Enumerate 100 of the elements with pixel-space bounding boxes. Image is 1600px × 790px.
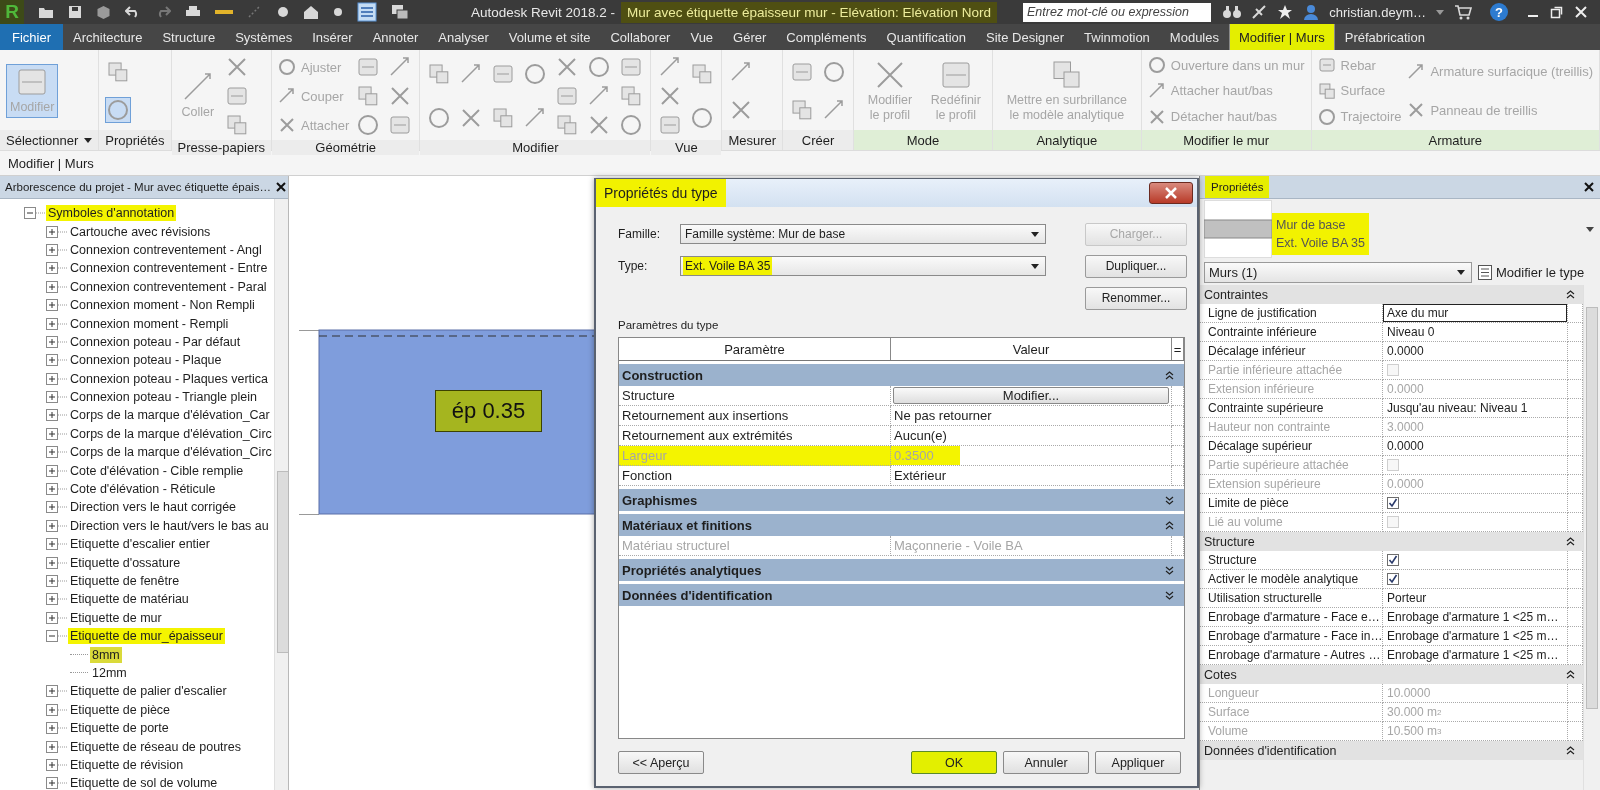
expand-icon[interactable] xyxy=(46,556,68,569)
tree-item[interactable]: Cartouche avec révisions xyxy=(68,223,213,240)
expand-icon[interactable] xyxy=(46,427,68,440)
group-header[interactable]: Construction xyxy=(619,364,1184,386)
cube-icon[interactable] xyxy=(96,4,111,20)
expand-icon[interactable] xyxy=(46,409,68,422)
expand-icon[interactable] xyxy=(46,280,68,293)
ribbon-tab[interactable]: Volume et site xyxy=(498,24,601,50)
checkbox[interactable] xyxy=(1387,554,1399,566)
tree-item[interactable]: Etiquette de sol de volume xyxy=(68,775,220,790)
caret-icon[interactable] xyxy=(1031,263,1039,269)
ribbon-tab[interactable]: Annoter xyxy=(362,24,429,50)
expand-icon[interactable] xyxy=(46,685,68,698)
tree-item[interactable]: 12mm xyxy=(90,664,129,681)
group-header[interactable]: Contraintes xyxy=(1200,285,1583,304)
group-header[interactable]: Graphismes xyxy=(619,489,1184,511)
tree-item[interactable]: Etiquette de mur_épaisseur xyxy=(68,628,225,645)
collapse-icon[interactable] xyxy=(1566,290,1575,299)
expand-icon[interactable] xyxy=(46,777,68,790)
dialog-button[interactable]: Appliquer xyxy=(1095,751,1181,774)
property-value[interactable]: Axe du mur xyxy=(1383,304,1568,323)
ribbon-tab[interactable]: Systèmes xyxy=(225,24,303,50)
dialog-button[interactable]: Renommer... xyxy=(1085,286,1187,310)
collapse-icon[interactable] xyxy=(1165,370,1174,380)
group-header[interactable]: Cotes xyxy=(1200,665,1583,684)
expand-icon[interactable] xyxy=(46,317,68,330)
caret-icon[interactable] xyxy=(1031,231,1039,237)
scrollbar[interactable] xyxy=(1583,285,1600,790)
dropdown[interactable]: Murs (1) xyxy=(1204,261,1472,283)
caret-icon[interactable] xyxy=(1457,269,1465,275)
expand-icon[interactable] xyxy=(46,722,68,735)
tree-item[interactable]: Etiquette de mur xyxy=(68,609,164,626)
expand-icon[interactable] xyxy=(46,464,68,477)
folder-icon[interactable] xyxy=(38,5,54,19)
expand-icon[interactable] xyxy=(46,446,68,459)
ribbon-tab[interactable]: Twinmotion xyxy=(1074,24,1160,50)
expand-icon[interactable] xyxy=(46,593,68,606)
panel-label[interactable]: Mode xyxy=(906,132,940,148)
help-button[interactable]: ? xyxy=(1490,3,1508,21)
tree-item[interactable]: Connexion moment - Rempli xyxy=(68,315,231,332)
tree-item[interactable]: Connexion contreventement - Paral xyxy=(68,278,269,295)
tree-item[interactable]: Etiquette de fenêtre xyxy=(68,573,182,589)
panel-label[interactable]: Sélectionner xyxy=(6,132,79,148)
panel-label[interactable]: Propriétés xyxy=(105,132,165,148)
tree-item[interactable]: Etiquette de palier d'escalier xyxy=(68,683,229,700)
panel-label[interactable]: Vue xyxy=(675,140,698,155)
close-button[interactable] xyxy=(1149,182,1193,204)
dialog-button[interactable]: Annuler xyxy=(1003,751,1089,774)
expand-icon[interactable] xyxy=(46,335,68,348)
expand-icon[interactable] xyxy=(46,372,68,385)
tree-item[interactable]: Cote d'élévation - Cible remplie xyxy=(68,462,246,479)
close-icon[interactable] xyxy=(1583,181,1595,193)
tree-item[interactable]: Direction vers le haut corrigée xyxy=(68,499,239,516)
panel-label[interactable]: Mesurer xyxy=(728,132,777,148)
tree-item[interactable]: Etiquette de réseau de poutres xyxy=(68,738,243,755)
dialog-button[interactable]: Dupliquer... xyxy=(1085,254,1187,278)
wall-tag[interactable]: ép 0.35 xyxy=(435,390,542,432)
house-icon[interactable] xyxy=(303,4,319,20)
parameter-value[interactable]: Extérieur xyxy=(891,466,973,485)
tree-item[interactable]: Corps de la marque d'élévation_Circ xyxy=(68,425,274,442)
dialog-button[interactable]: OK xyxy=(911,751,997,774)
tree-item[interactable]: Etiquette d'ossature xyxy=(68,554,183,571)
ribbon-tab[interactable]: Analyser xyxy=(428,24,499,50)
panel-label[interactable]: Armature xyxy=(1428,132,1482,148)
search-field[interactable]: Entrez mot-clé ou expression xyxy=(1023,2,1212,22)
expand-icon[interactable] xyxy=(46,740,68,753)
tree-item[interactable]: Etiquette d'escalier entier xyxy=(68,536,212,553)
expand-icon[interactable] xyxy=(46,243,68,256)
panel-label[interactable]: Analytique xyxy=(1036,132,1098,148)
dimension-icon[interactable] xyxy=(247,5,261,19)
tree-item[interactable]: Connexion poteau - Par défaut xyxy=(68,333,243,350)
group-header[interactable]: Données d'identification xyxy=(619,584,1184,606)
ribbon-tab[interactable]: Insérer xyxy=(302,24,363,50)
collapse-icon[interactable] xyxy=(1566,537,1575,546)
column-header[interactable]: Paramètre xyxy=(619,338,891,360)
list-icon[interactable] xyxy=(357,2,377,22)
tree-item[interactable]: Etiquette de pièce xyxy=(68,701,173,718)
panel-label[interactable]: Créer xyxy=(801,132,835,148)
tree-item[interactable]: Etiquette de révision xyxy=(68,756,186,773)
collapse-icon[interactable] xyxy=(1165,520,1174,530)
tree-item[interactable]: Connexion poteau - Plaque xyxy=(68,352,224,369)
tree-item[interactable]: Cote d'élévation - Réticule xyxy=(68,481,218,498)
expand-icon[interactable] xyxy=(1165,590,1174,600)
group-header[interactable]: Structure xyxy=(1200,532,1583,551)
tree-item[interactable]: Corps de la marque d'élévation_Circ xyxy=(68,444,274,461)
ribbon-tab[interactable]: Architecture xyxy=(63,24,153,50)
checkbox[interactable] xyxy=(1387,497,1399,509)
expand-icon[interactable] xyxy=(1165,495,1174,505)
dropdown[interactable]: Ext. Voile BA 35 xyxy=(680,256,1046,276)
ribbon-tab[interactable]: Gérer xyxy=(723,24,777,50)
ribbon-tab[interactable]: Modules xyxy=(1159,24,1229,50)
binoculars-icon[interactable] xyxy=(1223,5,1242,19)
expand-icon[interactable] xyxy=(46,299,68,312)
edit-button[interactable]: Modifier... xyxy=(893,387,1169,404)
dialog-button[interactable]: << Aperçu xyxy=(618,751,704,774)
tree-item[interactable]: Connexion contreventement - Entre xyxy=(68,260,270,277)
ribbon-tab[interactable]: Collaborer xyxy=(600,24,681,50)
checkbox[interactable] xyxy=(1387,573,1399,585)
edit-type-button[interactable]: Modifier le type xyxy=(1478,264,1585,280)
collapse-icon[interactable] xyxy=(1566,670,1575,679)
